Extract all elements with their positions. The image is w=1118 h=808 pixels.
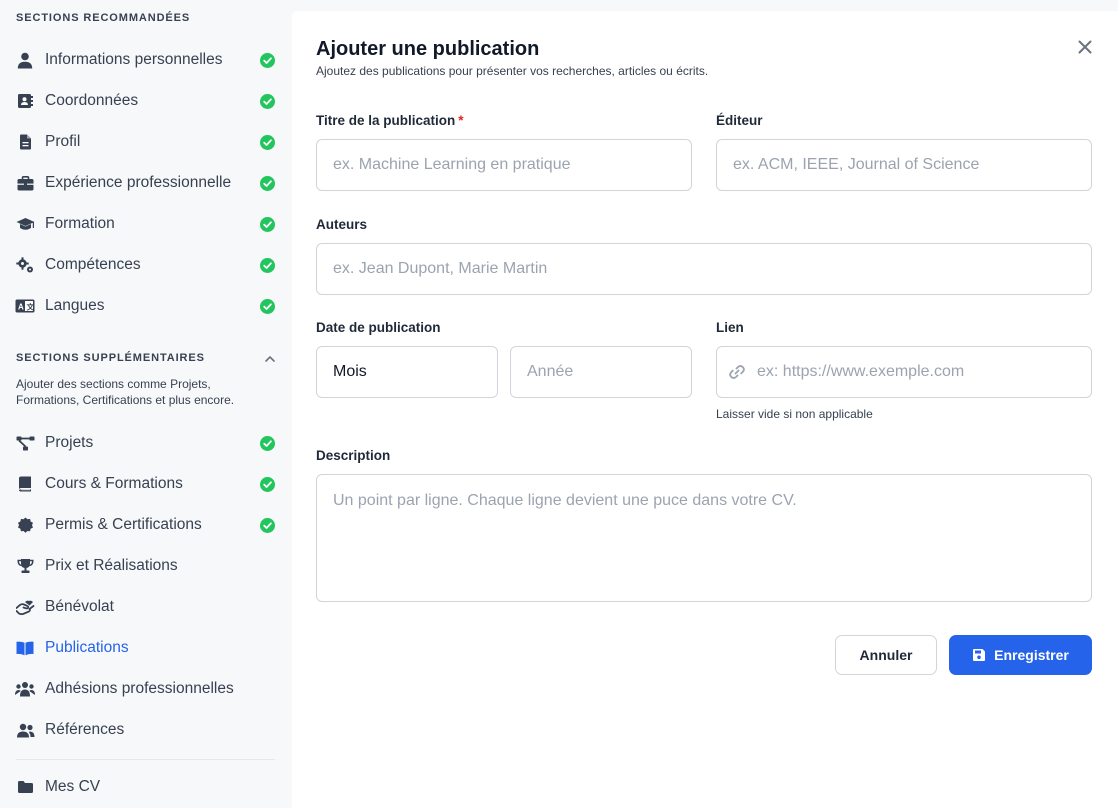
publication-title-input[interactable] xyxy=(316,139,692,191)
check-circle-icon xyxy=(260,53,275,68)
sidebar-item-label: Publications xyxy=(45,639,129,656)
helping-hands-icon xyxy=(15,598,35,616)
authors-input[interactable] xyxy=(316,243,1092,295)
check-circle-icon xyxy=(260,436,275,451)
sidebar-item-prix-et-realisations[interactable]: Prix et Réalisations xyxy=(0,549,291,583)
sidebar-item-formation[interactable]: Formation xyxy=(0,207,291,241)
open-book-icon xyxy=(15,639,35,657)
sidebar-item-label: Projets xyxy=(45,434,94,451)
check-circle-icon xyxy=(260,135,275,150)
supplementary-sections-heading: SECTIONS SUPPLÉMENTAIRES xyxy=(16,352,205,364)
authors-label: Auteurs xyxy=(316,217,368,232)
link-icon xyxy=(729,365,745,379)
sidebar-item-label: Informations personnelles xyxy=(45,51,223,68)
close-icon[interactable] xyxy=(1076,38,1094,56)
sidebar-item-permis-certifications[interactable]: Permis & Certifications xyxy=(0,508,291,542)
svg-text:文: 文 xyxy=(27,301,35,311)
briefcase-icon xyxy=(15,174,35,192)
sidebar: SECTIONS RECOMMANDÉES Informations perso… xyxy=(0,0,291,808)
check-circle-icon xyxy=(260,94,275,109)
sidebar-item-publications[interactable]: Publications xyxy=(0,631,291,665)
save-button-label: Enregistrer xyxy=(994,647,1069,663)
sidebar-item-competences[interactable]: Compétences xyxy=(0,248,291,282)
book-icon xyxy=(15,475,35,493)
required-asterisk: * xyxy=(458,113,464,128)
floppy-disk-icon xyxy=(973,649,986,661)
supplementary-sections-description: Ajouter des sections comme Projets, Form… xyxy=(16,377,235,407)
publication-title-label: Titre de la publication * xyxy=(316,113,464,128)
dialog-subtitle: Ajoutez des publications pour présenter … xyxy=(316,64,709,78)
sidebar-item-label: Permis & Certifications xyxy=(45,516,202,533)
link-hint: Laisser vide si non applicable xyxy=(716,407,873,421)
sidebar-item-label: Compétences xyxy=(45,256,141,273)
check-circle-icon xyxy=(260,477,275,492)
sidebar-item-label: Bénévolat xyxy=(45,598,114,615)
publisher-label: Éditeur xyxy=(716,113,763,128)
sidebar-item-label: Cours & Formations xyxy=(45,475,183,492)
check-circle-icon xyxy=(260,299,275,314)
document-icon xyxy=(15,133,35,151)
sidebar-item-langues[interactable]: A 文 Langues xyxy=(0,289,291,323)
month-select-value: Mois xyxy=(333,363,367,380)
sidebar-item-label: Références xyxy=(45,721,125,738)
dialog-title: Ajouter une publication xyxy=(316,38,540,60)
sidebar-item-label: Langues xyxy=(45,297,105,314)
sidebar-item-label: Coordonnées xyxy=(45,92,139,109)
check-circle-icon xyxy=(260,176,275,191)
cancel-button-label: Annuler xyxy=(859,647,913,663)
graduation-cap-icon xyxy=(15,215,35,233)
month-select[interactable]: Mois xyxy=(316,346,498,398)
sidebar-item-informations-personnelles[interactable]: Informations personnelles xyxy=(0,43,291,77)
check-circle-icon xyxy=(260,518,275,533)
sidebar-item-label: Formation xyxy=(45,215,115,232)
svg-text:A: A xyxy=(18,303,24,312)
users-group-icon xyxy=(15,680,35,698)
sidebar-item-profil[interactable]: Profil xyxy=(0,125,291,159)
chevron-up-icon[interactable] xyxy=(263,352,277,366)
certificate-icon xyxy=(15,516,35,534)
year-input[interactable] xyxy=(510,346,692,398)
recommended-sections-heading: SECTIONS RECOMMANDÉES xyxy=(16,12,191,24)
check-circle-icon xyxy=(260,217,275,232)
publication-date-label: Date de publication xyxy=(316,320,441,335)
contact-book-icon xyxy=(15,92,35,110)
sidebar-item-label: Prix et Réalisations xyxy=(45,557,178,574)
sidebar-item-projets[interactable]: Projets xyxy=(0,426,291,460)
sidebar-item-cours-formations[interactable]: Cours & Formations xyxy=(0,467,291,501)
sidebar-item-label: Mes CV xyxy=(45,778,101,795)
folder-icon xyxy=(15,778,35,796)
publication-title-label-text: Titre de la publication xyxy=(316,113,456,128)
user-icon xyxy=(15,51,35,69)
publisher-input[interactable] xyxy=(716,139,1092,191)
project-diagram-icon xyxy=(15,434,35,452)
sidebar-item-references[interactable]: Références xyxy=(0,713,291,747)
check-circle-icon xyxy=(260,258,275,273)
link-input[interactable] xyxy=(716,346,1092,398)
gears-icon xyxy=(15,256,35,274)
sidebar-divider xyxy=(16,759,275,760)
sidebar-item-label: Expérience professionnelle xyxy=(45,174,232,191)
language-icon: A文 xyxy=(15,297,35,315)
sidebar-item-adhesions-professionnelles[interactable]: Adhésions professionnelles xyxy=(0,672,291,706)
save-button[interactable]: Enregistrer xyxy=(949,635,1092,675)
users-icon xyxy=(15,721,35,739)
trophy-icon xyxy=(15,557,35,575)
sidebar-item-mes-cv[interactable]: Mes CV xyxy=(0,770,291,804)
description-label: Description xyxy=(316,448,391,463)
description-textarea[interactable] xyxy=(316,474,1092,602)
sidebar-item-label: Adhésions professionnelles xyxy=(45,680,234,697)
link-label: Lien xyxy=(716,320,744,335)
sidebar-item-label: Profil xyxy=(45,133,81,150)
cancel-button[interactable]: Annuler xyxy=(835,635,937,675)
sidebar-item-coordonnees[interactable]: Coordonnées xyxy=(0,84,291,118)
sidebar-item-benevolat[interactable]: Bénévolat xyxy=(0,590,291,624)
publication-form-panel: Ajouter une publication Ajoutez des publ… xyxy=(292,11,1118,808)
sidebar-item-experience-professionnelle[interactable]: Expérience professionnelle xyxy=(0,166,291,200)
